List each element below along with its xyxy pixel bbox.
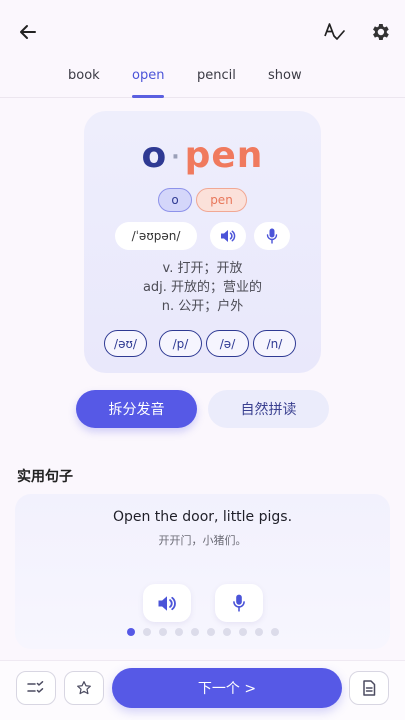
microphone-icon [266, 228, 278, 244]
phoneme-chip[interactable]: /ə/ [206, 330, 249, 357]
top-bar [0, 0, 405, 62]
tab-book[interactable]: book [68, 68, 100, 98]
meaning-line: v. 打开；开放 [162, 261, 243, 276]
pagination-dot[interactable] [159, 628, 167, 636]
word-syllable-1: o [141, 135, 168, 176]
word-tabs: book open pencil show [0, 62, 405, 98]
meaning-line: n. 公开；户外 [161, 299, 244, 314]
sentence-chinese: 开开门，小猪们。 [158, 534, 247, 547]
active-tab-indicator [132, 95, 165, 98]
tab-open[interactable]: open [132, 68, 165, 98]
pagination-dot[interactable] [191, 628, 199, 636]
pagination-dot[interactable] [255, 628, 263, 636]
phonetic-row: /ˈəʊpən/ [84, 222, 321, 250]
split-pronunciation-button[interactable]: 拆分发音 [76, 390, 197, 428]
tab-show[interactable]: show [268, 68, 302, 98]
record-sentence-button[interactable] [215, 584, 263, 622]
checklist-button[interactable] [16, 671, 56, 705]
play-word-button[interactable] [210, 222, 246, 250]
document-button[interactable] [349, 671, 389, 705]
tab-pencil[interactable]: pencil [197, 68, 236, 98]
tab-label: pencil [197, 68, 236, 83]
tab-label: book [68, 68, 100, 83]
play-sentence-button[interactable] [143, 584, 191, 622]
sentences-section-title: 实用句子 [17, 469, 73, 485]
word-meanings: v. 打开；开放 adj. 开放的；营业的 n. 公开；户外 [84, 259, 321, 316]
syllable-chip-pen[interactable]: pen [196, 188, 247, 212]
speaker-icon [221, 230, 236, 242]
phonics-button[interactable]: 自然拼读 [208, 390, 329, 428]
syllable-separator: · [171, 144, 181, 170]
phonetic-transcription: /ˈəʊpən/ [115, 222, 197, 250]
word-display: o · pen [84, 135, 321, 176]
word-syllable-2: pen [184, 135, 264, 176]
phoneme-chip[interactable]: /n/ [253, 330, 296, 357]
checklist-icon [27, 681, 44, 693]
syllable-chip-o[interactable]: o [158, 188, 192, 212]
pagination-dot[interactable] [207, 628, 215, 636]
sentence-card: Open the door, little pigs. 开开门，小猪们。 [15, 494, 390, 649]
pagination-dot[interactable] [143, 628, 151, 636]
pagination-dot[interactable] [239, 628, 247, 636]
sentence-pagination[interactable] [127, 628, 279, 636]
favorite-button[interactable] [64, 671, 104, 705]
spellcheck-button[interactable] [318, 16, 350, 48]
next-button[interactable]: 下一个 > [112, 668, 342, 708]
pagination-dot[interactable] [127, 628, 135, 636]
pagination-dot[interactable] [175, 628, 183, 636]
back-button[interactable] [12, 16, 44, 48]
pagination-dot[interactable] [271, 628, 279, 636]
phoneme-list: /əʊ/ /p/ /ə/ /n/ [84, 330, 321, 357]
speaker-icon [158, 595, 176, 611]
pagination-dot[interactable] [223, 628, 231, 636]
document-icon [363, 680, 376, 696]
record-word-button[interactable] [254, 222, 290, 250]
tab-label: show [268, 68, 302, 83]
microphone-icon [233, 594, 245, 612]
arrow-left-icon [20, 25, 36, 39]
meaning-line: adj. 开放的；营业的 [142, 280, 263, 295]
settings-button[interactable] [364, 16, 396, 48]
sentence-english: Open the door, little pigs. [112, 509, 293, 525]
phoneme-chip[interactable]: /əʊ/ [104, 330, 147, 357]
tab-label: open [132, 68, 165, 83]
spellcheck-icon [324, 23, 345, 40]
word-card: o · pen o pen /ˈəʊpən/ v. 打开；开放 adj. 开放的；营… [84, 111, 321, 373]
star-icon [77, 681, 91, 695]
gear-icon [373, 24, 389, 40]
bottom-bar: 下一个 > [0, 660, 405, 720]
phoneme-chip[interactable]: /p/ [159, 330, 202, 357]
